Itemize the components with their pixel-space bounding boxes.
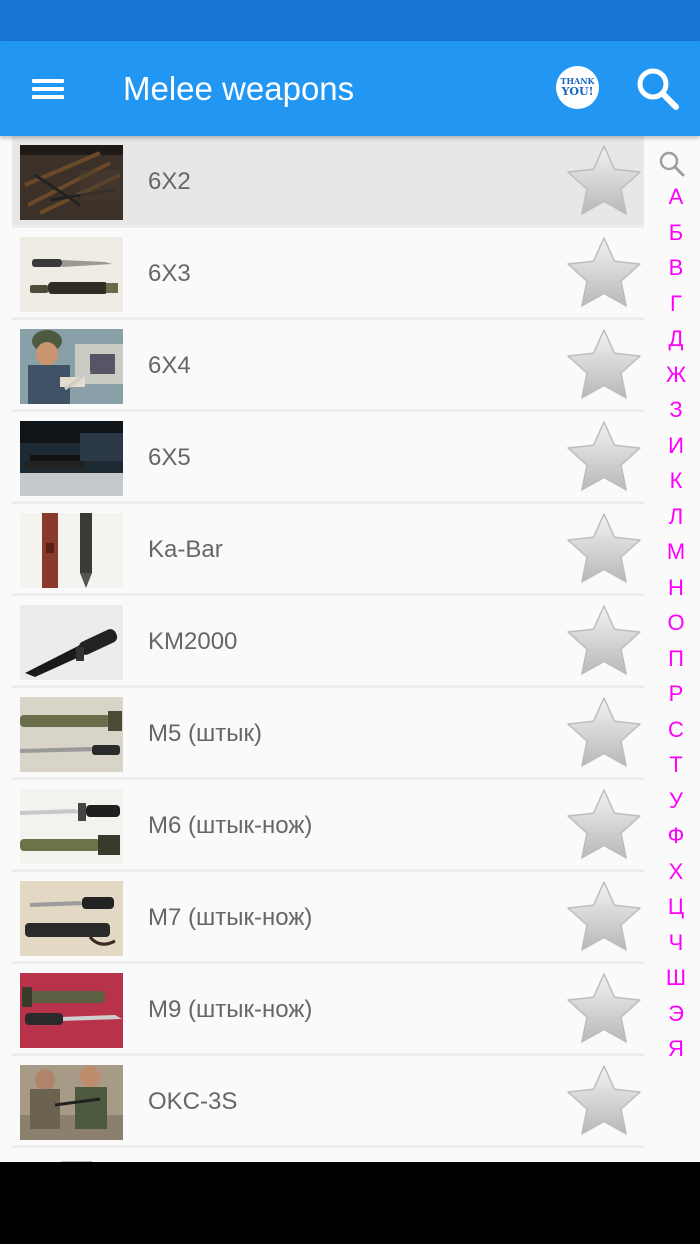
index-letter[interactable]: Ж — [652, 362, 700, 388]
weapon-name: 6X5 — [148, 444, 191, 471]
weapon-name: M6 (штык-нож) — [148, 812, 313, 839]
index-letter[interactable]: С — [652, 717, 700, 743]
index-letter[interactable]: Н — [652, 575, 700, 601]
index-letter[interactable]: В — [652, 255, 700, 281]
weapon-name: M7 (штык-нож) — [148, 904, 313, 931]
weapon-name: 6X4 — [148, 352, 191, 379]
index-letter[interactable]: Э — [652, 1001, 700, 1027]
weapon-name: Ka-Bar — [148, 536, 223, 563]
list-item[interactable]: M5 (штык) — [12, 688, 644, 780]
hamburger-icon-line — [32, 79, 64, 83]
weapon-name: M9 (штык-нож) — [148, 996, 313, 1023]
index-letter[interactable]: У — [652, 788, 700, 814]
index-letter[interactable]: И — [652, 433, 700, 459]
index-letter[interactable]: Б — [652, 220, 700, 246]
weapon-thumbnail — [20, 697, 123, 772]
index-letter[interactable]: О — [652, 610, 700, 636]
index-letter[interactable]: Л — [652, 504, 700, 530]
weapon-name: KM2000 — [148, 628, 238, 655]
hamburger-icon-line — [32, 87, 64, 91]
search-icon[interactable] — [634, 65, 682, 113]
weapon-thumbnail — [20, 973, 123, 1048]
weapon-thumbnail — [20, 1065, 123, 1140]
index-search-icon[interactable] — [658, 150, 686, 178]
favorite-star-icon[interactable] — [564, 142, 644, 222]
navigation-bar — [0, 1162, 700, 1244]
list-item[interactable]: Ka-Bar — [12, 504, 644, 596]
index-letter[interactable]: З — [652, 397, 700, 423]
menu-button[interactable] — [22, 67, 72, 111]
index-letter[interactable]: А — [652, 184, 700, 210]
list-item[interactable]: M6 (штык-нож) — [12, 780, 644, 872]
index-letter[interactable]: Х — [652, 859, 700, 885]
index-letter[interactable]: К — [652, 468, 700, 494]
index-letter[interactable]: Ч — [652, 930, 700, 956]
list-item[interactable]: 6X2 — [12, 136, 644, 228]
index-letter[interactable]: Я — [652, 1036, 700, 1062]
hamburger-icon-line — [32, 95, 64, 99]
index-letter[interactable]: М — [652, 539, 700, 565]
weapon-name: OKC-3S — [148, 1088, 238, 1115]
weapon-name: 6X2 — [148, 168, 191, 195]
favorite-star-icon[interactable] — [564, 418, 644, 498]
index-letter[interactable]: Г — [652, 291, 700, 317]
favorite-star-icon[interactable] — [564, 234, 644, 314]
list-item[interactable]: M9 (штык-нож) — [12, 964, 644, 1056]
weapon-name: 6X3 — [148, 260, 191, 287]
favorite-star-icon[interactable] — [564, 878, 644, 958]
weapon-thumbnail — [20, 605, 123, 680]
list-item[interactable]: KM2000 — [12, 596, 644, 688]
list-item[interactable]: 6X3 — [12, 228, 644, 320]
list-item[interactable]: M7 (штык-нож) — [12, 872, 644, 964]
favorite-star-icon[interactable] — [564, 1062, 644, 1142]
weapon-thumbnail — [20, 329, 123, 404]
favorite-star-icon[interactable] — [564, 602, 644, 682]
list-item[interactable]: OKC-3S — [12, 1056, 644, 1148]
index-letter[interactable]: Ш — [652, 965, 700, 991]
favorite-star-icon[interactable] — [564, 510, 644, 590]
weapon-thumbnail — [20, 421, 123, 496]
index-letter[interactable]: Ц — [652, 894, 700, 920]
favorite-star-icon[interactable] — [564, 694, 644, 774]
list-item[interactable]: 6X4 — [12, 320, 644, 412]
thank-you-button[interactable]: THANK YOU! — [556, 66, 599, 109]
weapon-list: 6X2 6X3 6X4 6X5 Ka-Bar KM2000 M5 (штык) M6 (шты… — [12, 136, 644, 1148]
app-bar: Melee weapons THANK YOU! — [0, 41, 700, 136]
weapon-thumbnail — [20, 789, 123, 864]
status-bar — [0, 0, 700, 41]
index-letter[interactable]: Ф — [652, 823, 700, 849]
index-letter[interactable]: Р — [652, 681, 700, 707]
favorite-star-icon[interactable] — [564, 786, 644, 866]
weapon-thumbnail — [20, 881, 123, 956]
list-item[interactable]: 6X5 — [12, 412, 644, 504]
index-letter[interactable]: П — [652, 646, 700, 672]
weapon-name: M5 (штык) — [148, 720, 262, 747]
index-letter[interactable]: Т — [652, 752, 700, 778]
favorite-star-icon[interactable] — [564, 970, 644, 1050]
weapon-thumbnail — [20, 145, 123, 220]
page-title: Melee weapons — [123, 70, 355, 107]
thank-you-line2: YOU! — [561, 85, 594, 98]
index-letter[interactable]: Д — [652, 326, 700, 352]
weapon-thumbnail — [20, 237, 123, 312]
weapon-thumbnail — [20, 513, 123, 588]
content-area: 6X2 6X3 6X4 6X5 Ka-Bar KM2000 M5 (штык) M6 (шты… — [0, 136, 700, 1162]
favorite-star-icon[interactable] — [564, 326, 644, 406]
